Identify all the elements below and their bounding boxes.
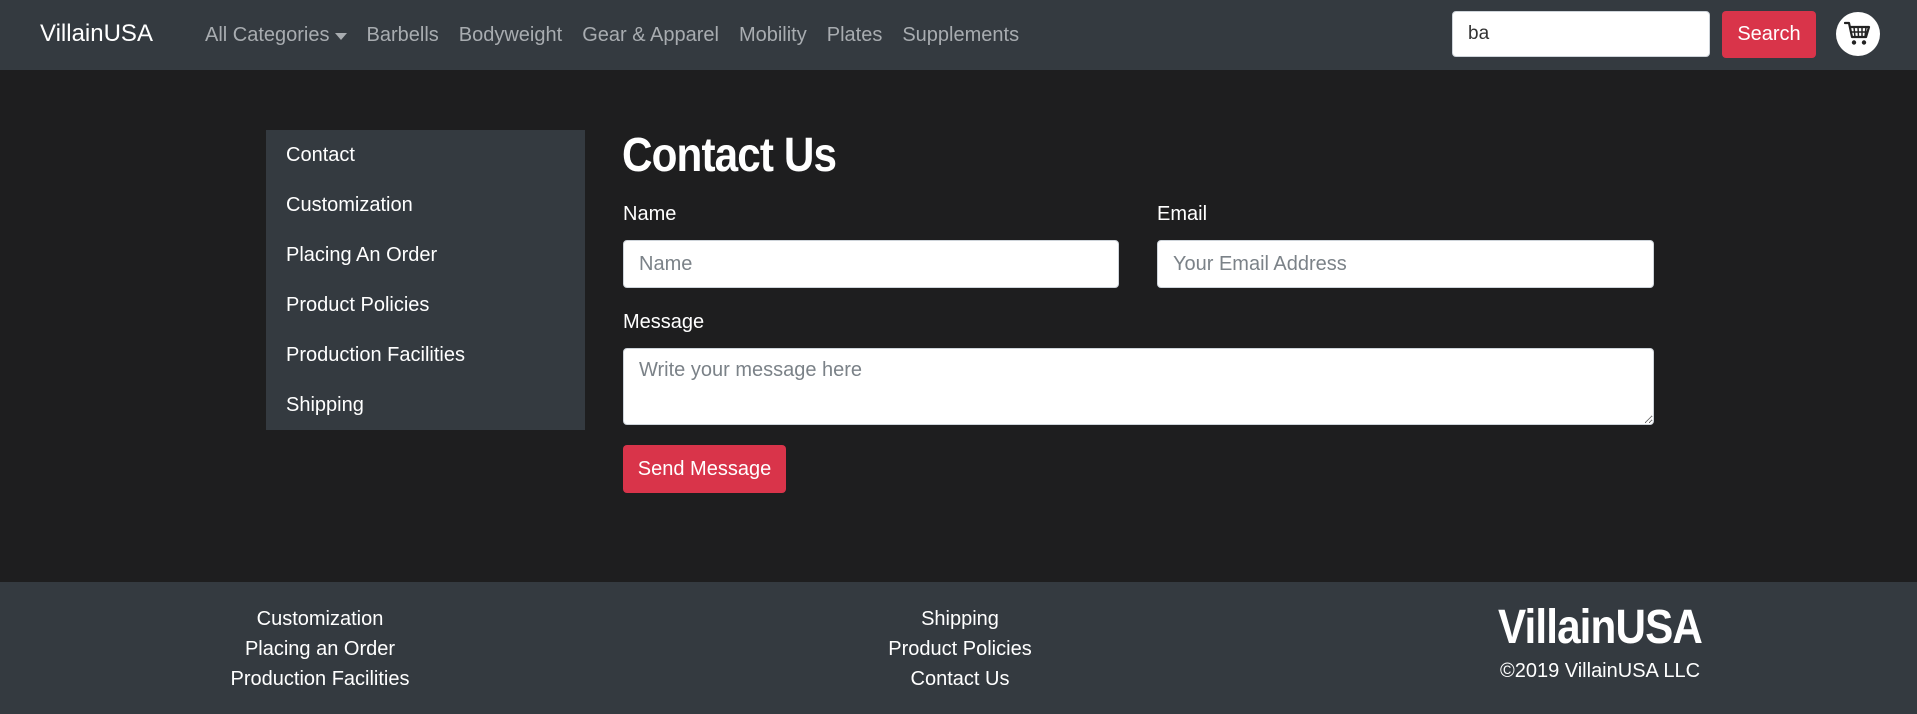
shopping-cart-icon — [1844, 21, 1871, 45]
nav-link-plates[interactable]: Plates — [827, 24, 883, 47]
site-footer: Customization Placing an Order Productio… — [0, 582, 1917, 714]
search-input[interactable] — [1452, 11, 1710, 57]
footer-links-left: Customization Placing an Order Productio… — [170, 604, 470, 694]
sidebar-item-contact[interactable]: Contact — [266, 130, 585, 180]
top-navbar: VillainUSA All Categories Barbells Bodyw… — [0, 0, 1917, 70]
name-field[interactable] — [623, 240, 1119, 288]
footer-brand-block: VillainUSA ©2019 VillainUSA LLC — [1450, 600, 1750, 686]
name-label: Name — [623, 203, 677, 225]
all-categories-dropdown[interactable]: All Categories — [205, 24, 347, 47]
message-field[interactable] — [623, 348, 1654, 425]
footer-link-production-facilities[interactable]: Production Facilities — [170, 664, 470, 694]
sidebar-item-customization[interactable]: Customization — [266, 180, 585, 230]
send-message-button[interactable]: Send Message — [623, 445, 786, 493]
message-label: Message — [623, 311, 705, 333]
sidebar-item-placing-an-order[interactable]: Placing An Order — [266, 230, 585, 280]
footer-link-customization[interactable]: Customization — [170, 604, 470, 634]
nav-link-barbells[interactable]: Barbells — [367, 24, 439, 47]
footer-link-placing-an-order[interactable]: Placing an Order — [170, 634, 470, 664]
footer-link-product-policies[interactable]: Product Policies — [810, 634, 1110, 664]
nav-link-supplements[interactable]: Supplements — [902, 24, 1019, 47]
footer-link-shipping[interactable]: Shipping — [810, 604, 1110, 634]
all-categories-label: All Categories — [205, 23, 330, 46]
sidebar-menu: Contact Customization Placing An Order P… — [266, 130, 585, 430]
copyright-text: ©2019 VillainUSA LLC — [1499, 660, 1701, 682]
nav-link-mobility[interactable]: Mobility — [739, 24, 807, 47]
nav-link-bodyweight[interactable]: Bodyweight — [459, 24, 562, 47]
footer-links-center: Shipping Product Policies Contact Us — [810, 604, 1110, 694]
page-title: Contact Us — [622, 129, 837, 182]
sidebar-item-shipping[interactable]: Shipping — [266, 380, 585, 430]
nav-link-gear-apparel[interactable]: Gear & Apparel — [582, 24, 719, 47]
brand-logo-link[interactable]: VillainUSA — [40, 20, 153, 48]
footer-link-contact-us[interactable]: Contact Us — [810, 664, 1110, 694]
sidebar-item-product-policies[interactable]: Product Policies — [266, 280, 585, 330]
cart-button[interactable] — [1836, 12, 1880, 56]
email-field[interactable] — [1157, 240, 1654, 288]
category-nav: All Categories Barbells Bodyweight Gear … — [205, 0, 1039, 70]
search-button[interactable]: Search — [1722, 11, 1816, 58]
sidebar-item-production-facilities[interactable]: Production Facilities — [266, 330, 585, 380]
email-label: Email — [1157, 203, 1208, 225]
caret-down-icon — [334, 32, 347, 40]
footer-brand: VillainUSA — [1497, 601, 1703, 654]
